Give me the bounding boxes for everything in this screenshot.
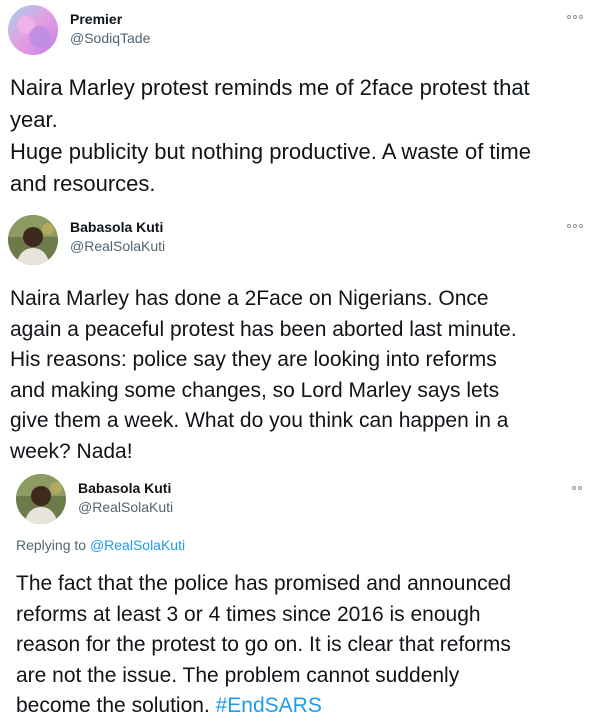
tweet-text-line: again a peaceful protest has been aborte… bbox=[10, 317, 517, 341]
tweet-text-line: Naira Marley protest reminds me of 2face… bbox=[10, 75, 530, 100]
more-options-icon[interactable] bbox=[572, 482, 590, 494]
author-handle[interactable]: @RealSolaKuti bbox=[78, 499, 173, 515]
tweet-text: Naira Marley protest reminds me of 2face… bbox=[10, 72, 531, 200]
replying-to: Replying to @RealSolaKuti bbox=[16, 537, 185, 553]
author-name[interactable]: Babasola Kuti bbox=[70, 219, 163, 235]
avatar[interactable] bbox=[8, 5, 58, 55]
avatar-image bbox=[8, 215, 58, 265]
tweet-text-line: reforms at least 3 or 4 times since 2016… bbox=[16, 602, 481, 626]
tweet-premier[interactable]: Premier @SodiqTade Naira Marley protest … bbox=[0, 0, 590, 206]
tweet-text-line: Huge publicity but nothing productive. A… bbox=[10, 139, 531, 164]
tweet-text-line: week? Nada! bbox=[10, 439, 133, 463]
hashtag-link[interactable]: #EndSARS bbox=[216, 694, 322, 717]
tweet-text-line-part: become the solution. bbox=[16, 694, 216, 717]
replying-to-label: Replying to bbox=[16, 537, 90, 553]
tweet-text-line: Naira Marley has done a 2Face on Nigeria… bbox=[10, 287, 489, 310]
author-handle[interactable]: @SodiqTade bbox=[70, 30, 150, 46]
tweet-text: Naira Marley has done a 2Face on Nigeria… bbox=[10, 284, 517, 467]
replying-to-link[interactable]: @RealSolaKuti bbox=[90, 537, 185, 553]
avatar-image bbox=[8, 5, 58, 55]
tweet-text-line: become the solution. #EndSARS bbox=[16, 691, 511, 722]
tweet-text: The fact that the police has promised an… bbox=[16, 569, 511, 722]
tweet-text-line: His reasons: police say they are looking… bbox=[10, 348, 497, 371]
tweet-text-line: and resources. bbox=[10, 171, 156, 196]
tweet-text-line: year. bbox=[10, 107, 58, 132]
author-name[interactable]: Premier bbox=[70, 11, 122, 27]
tweet-text-line: and making some changes, so Lord Marley … bbox=[10, 378, 500, 402]
avatar[interactable] bbox=[8, 215, 58, 265]
author-name[interactable]: Babasola Kuti bbox=[78, 480, 171, 496]
tweet-text-line: give them a week. What do you think can … bbox=[10, 409, 509, 432]
tweet-text-line: reason for the protest to go on. It is c… bbox=[16, 633, 511, 656]
more-options-icon[interactable] bbox=[567, 220, 587, 232]
author-handle[interactable]: @RealSolaKuti bbox=[70, 238, 165, 254]
tweet-text-line: are not the issue. The problem cannot su… bbox=[16, 663, 460, 687]
more-options-icon[interactable] bbox=[567, 11, 587, 23]
avatar[interactable] bbox=[16, 474, 66, 524]
tweet-text-line: The fact that the police has promised an… bbox=[16, 572, 511, 595]
avatar-image bbox=[16, 474, 66, 524]
